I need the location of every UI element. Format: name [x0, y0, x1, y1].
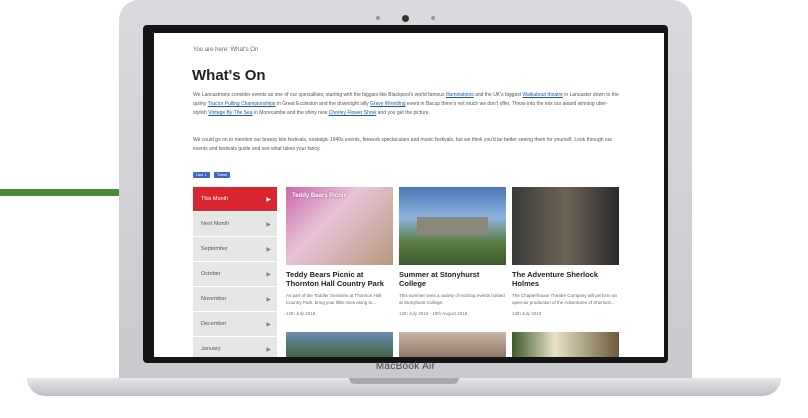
menu-label: November [201, 296, 227, 302]
event-title[interactable]: Teddy Bears Picnic at Thornton Hall Coun… [286, 270, 393, 288]
event-card[interactable]: Teddy Bears Picnic Teddy Bears Picnic at… [286, 187, 393, 316]
laptop-notch [349, 378, 459, 384]
chevron-right-icon: ▶ [266, 346, 271, 353]
link-gravy-wrestling[interactable]: Gravy Wrestling [370, 101, 405, 107]
event-thumbnail[interactable] [286, 332, 393, 357]
event-cards: Teddy Bears Picnic Teddy Bears Picnic at… [286, 187, 619, 316]
link-walkabout-theatre[interactable]: Walkabout theatre [523, 92, 563, 98]
event-description: This summer sees a variety of exciting e… [399, 293, 505, 305]
intro-paragraph: We Lancastrians consider events as one o… [193, 91, 619, 118]
menu-item-october[interactable]: October ▶ [193, 262, 277, 286]
more-event-cards [286, 332, 619, 357]
event-thumbnail[interactable] [399, 332, 506, 357]
menu-item-this-month[interactable]: This Month ▶ [193, 187, 277, 211]
chevron-right-icon: ▶ [266, 296, 271, 303]
event-card[interactable]: The Adventure Sherlock Holmes The Chapte… [512, 187, 619, 316]
event-thumbnail[interactable] [512, 332, 619, 357]
menu-item-january[interactable]: January ▶ [193, 337, 277, 357]
event-date: 13th July 2018 [512, 311, 542, 316]
menu-label: January [201, 346, 221, 352]
link-vintage-by-the-sea[interactable]: Vintage By The Sea [208, 110, 252, 116]
link-chorley-flower-show[interactable]: Chorley Flower Show [329, 110, 377, 116]
intro-text: and the UK's biggest [473, 92, 523, 98]
breadcrumb: You are here: What's On [193, 47, 259, 53]
link-tractor-pulling[interactable]: Tractor Pulling Championships [208, 101, 276, 107]
tweet-button[interactable]: Tweet [213, 172, 231, 178]
chevron-right-icon: ▶ [266, 271, 271, 278]
menu-item-november[interactable]: November ▶ [193, 287, 277, 311]
menu-label: Next Month [201, 221, 230, 227]
social-buttons: Like 1 Tweet [193, 172, 231, 178]
menu-item-next-month[interactable]: Next Month ▶ [193, 212, 277, 236]
menu-item-december[interactable]: December ▶ [193, 312, 277, 336]
page-title: What's On [192, 67, 266, 84]
building-shape [417, 217, 488, 235]
intro-text: We Lancastrians consider events as one o… [193, 92, 446, 98]
event-image: Teddy Bears Picnic [286, 187, 393, 265]
link-illuminations[interactable]: Illuminations [446, 92, 474, 98]
second-paragraph: We could go on to mention our breezy kit… [193, 137, 613, 152]
sensor-dot [431, 16, 435, 20]
intro-text: and you get the picture. [376, 110, 430, 116]
event-title[interactable]: Summer at Stonyhurst College [399, 270, 506, 288]
event-title[interactable]: The Adventure Sherlock Holmes [512, 270, 619, 288]
menu-label: September [201, 246, 228, 252]
sensor-dot [376, 16, 380, 20]
event-description: As part of the Toddler Sessions at Thorn… [286, 293, 382, 305]
event-image [399, 187, 506, 265]
menu-label: December [201, 321, 227, 327]
month-menu: This Month ▶ Next Month ▶ September ▶ Octob… [193, 187, 277, 357]
event-date: 12th July 2018 [286, 311, 316, 316]
event-image [512, 187, 619, 265]
menu-label: This Month [201, 196, 229, 202]
intro-text: in Great Eccleston and the downright sil… [275, 101, 371, 107]
event-date: 13th July 2018 - 19th August 2018 [399, 311, 468, 316]
event-description: The Chapterhouse Theatre Company will pe… [512, 293, 617, 305]
intro-text: in Morecambe and the shiny new [252, 110, 329, 116]
image-caption: Teddy Bears Picnic [292, 193, 347, 199]
chevron-right-icon: ▶ [266, 196, 271, 203]
chevron-right-icon: ▶ [266, 221, 271, 228]
camera-icon [402, 14, 409, 22]
event-card[interactable]: Summer at Stonyhurst College This summer… [399, 187, 506, 316]
camera-row [119, 12, 692, 24]
menu-label: October [201, 271, 221, 277]
menu-item-september[interactable]: September ▶ [193, 237, 277, 261]
chevron-right-icon: ▶ [266, 321, 271, 328]
device-brand: MacBook Air [375, 361, 436, 372]
website-screen: You are here: What's On What's On We Lan… [154, 33, 664, 357]
chevron-right-icon: ▶ [266, 246, 271, 253]
like-button[interactable]: Like 1 [193, 172, 210, 178]
